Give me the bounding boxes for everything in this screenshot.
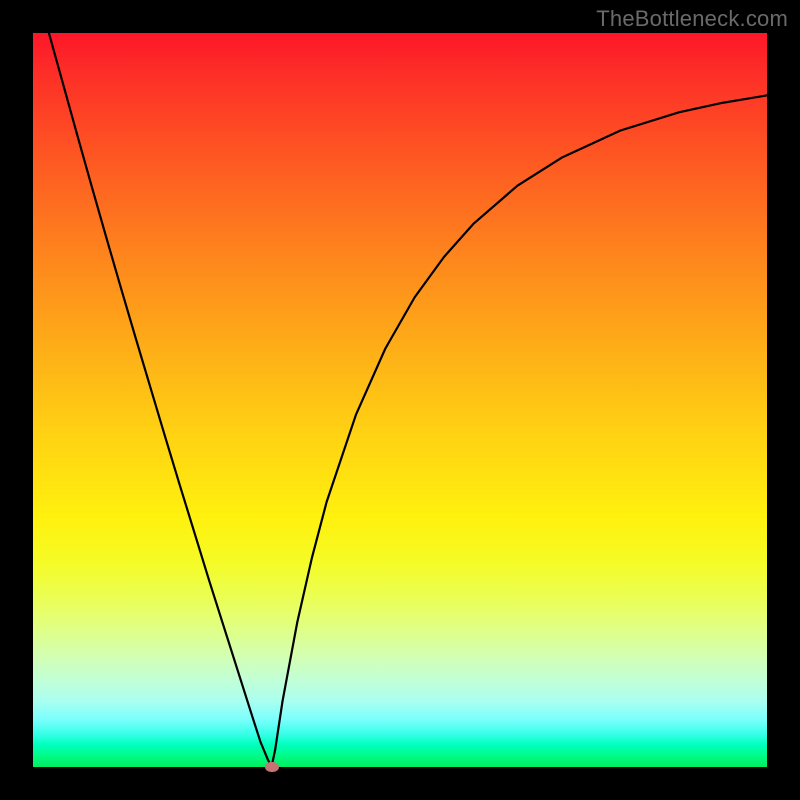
optimum-marker <box>265 762 279 772</box>
bottleneck-curve <box>33 33 767 767</box>
plot-area <box>33 33 767 767</box>
chart-frame: TheBottleneck.com <box>0 0 800 800</box>
watermark-text: TheBottleneck.com <box>596 6 788 32</box>
